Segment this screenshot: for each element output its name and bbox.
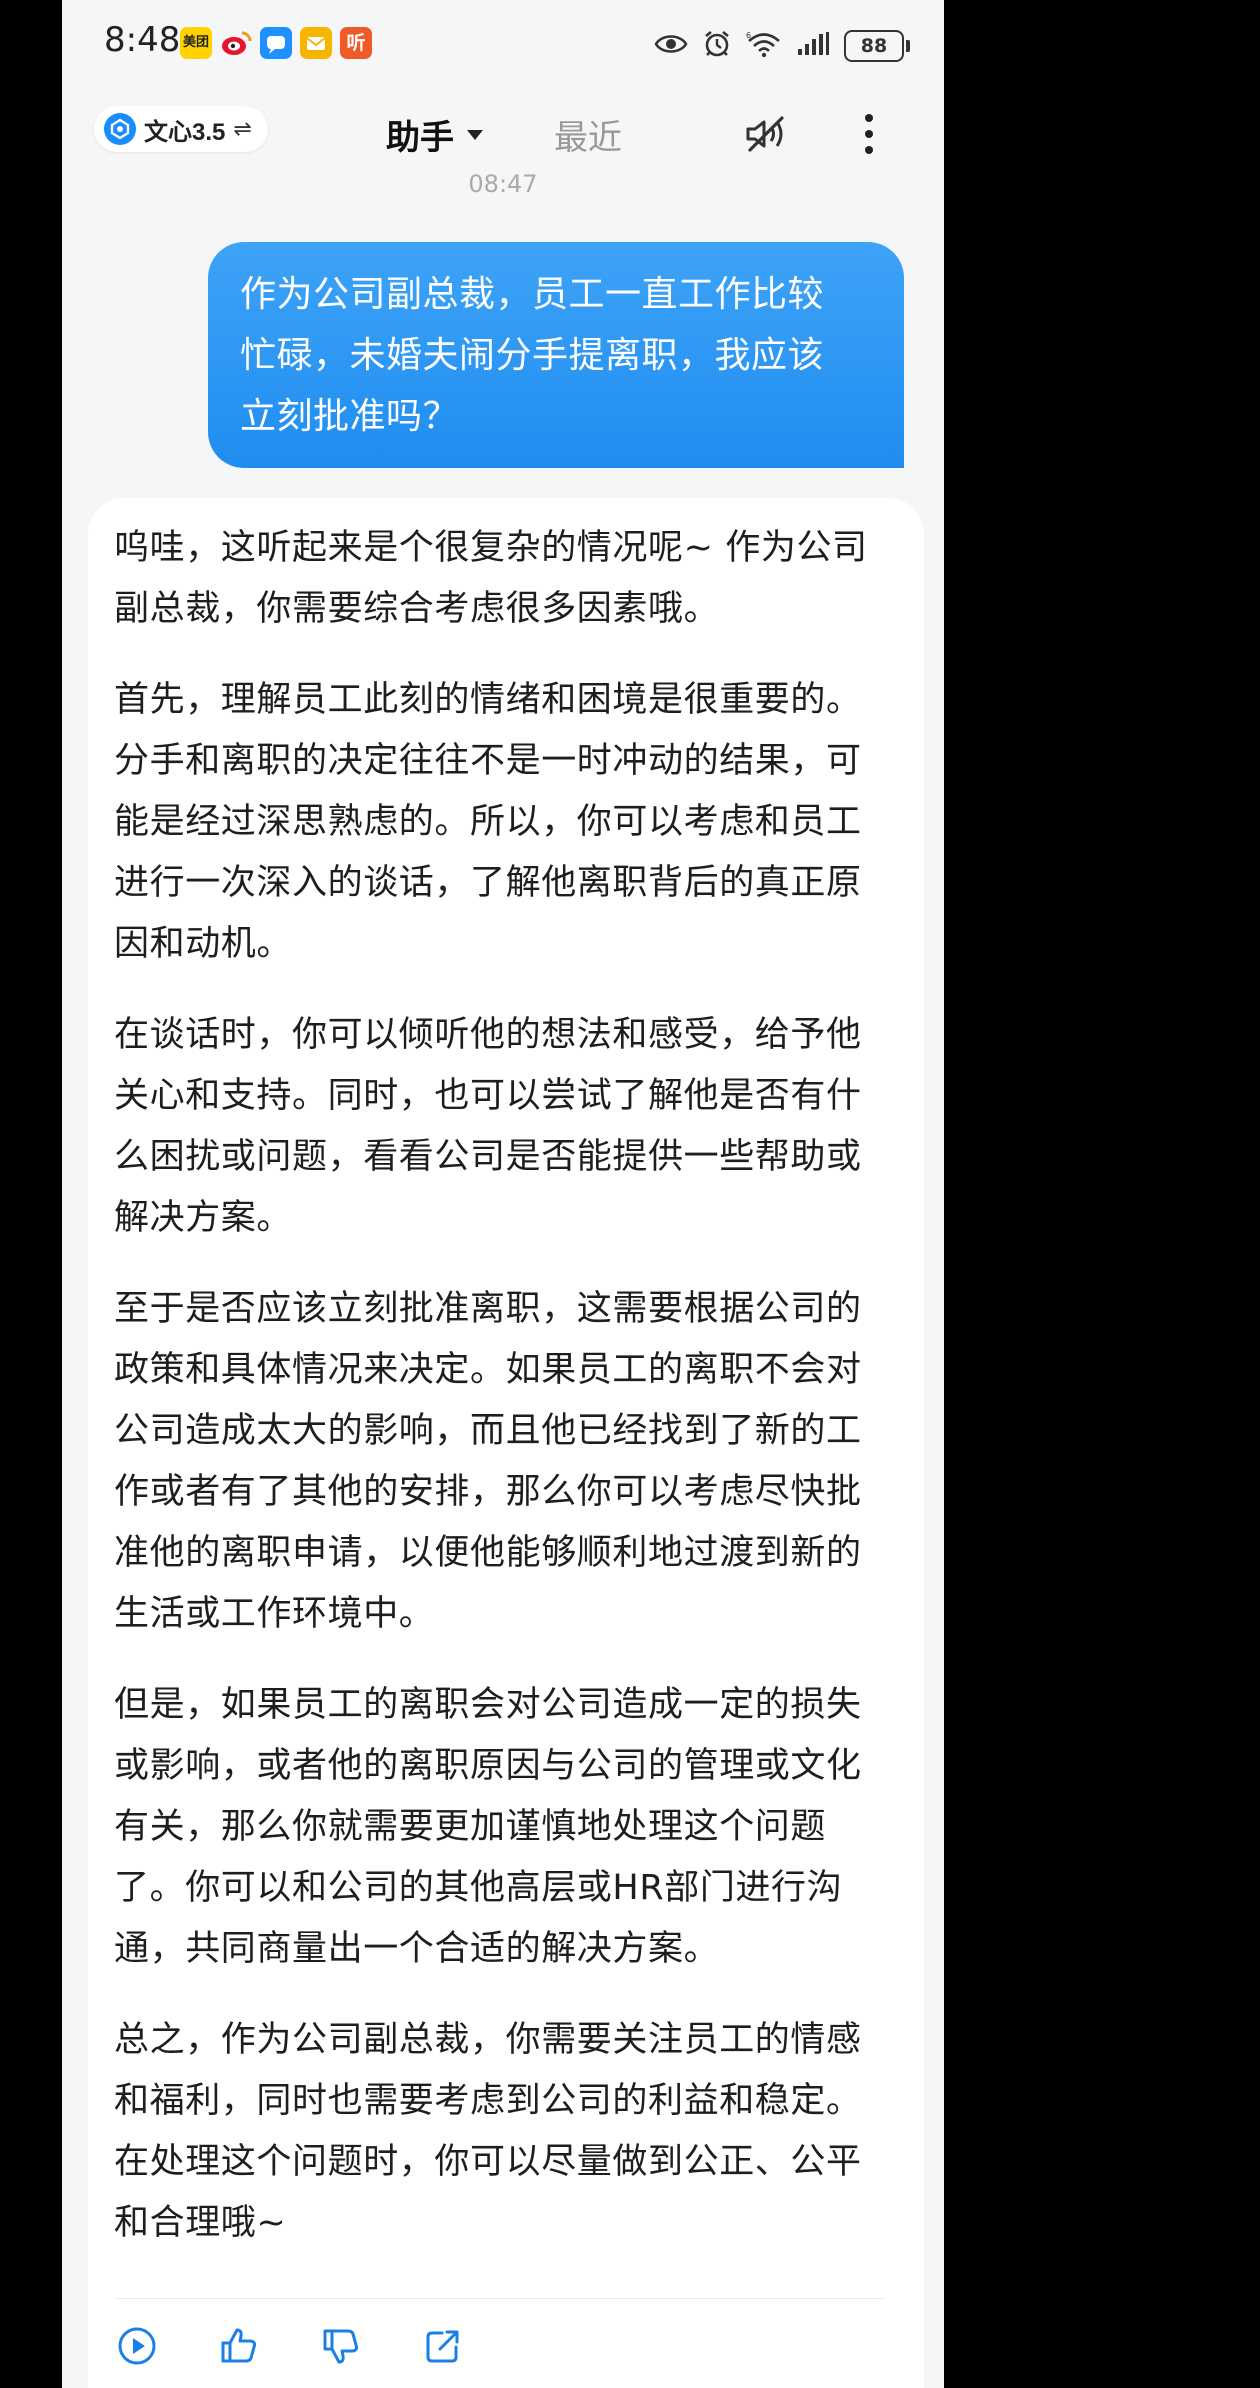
tab-assistant[interactable]: 助手 <box>386 110 454 159</box>
swap-icon: ⇌ <box>233 116 252 142</box>
eye-icon <box>654 32 688 60</box>
user-message-bubble[interactable]: 作为公司副总裁，员工一直工作比较 忙碌，未婚夫闹分手提离职，我应该 立刻批准吗？ <box>208 242 904 468</box>
model-selector[interactable]: 文心3.5 ⇌ <box>94 106 268 152</box>
model-label: 文心3.5 <box>144 118 226 146</box>
battery-icon: 88 <box>844 30 910 62</box>
message-actions <box>114 2316 466 2376</box>
mail-icon <box>300 27 332 59</box>
svg-text:6: 6 <box>746 31 751 40</box>
meituan-icon: 美团 <box>180 27 212 59</box>
wifi-icon: 6 <box>746 30 782 62</box>
status-bar: 8:48 美团 听 6 88 <box>62 0 944 90</box>
message-timestamp: 08:47 <box>468 170 538 198</box>
signal-icon <box>796 31 830 61</box>
caret-down-icon[interactable] <box>466 126 484 145</box>
assistant-paragraph: 在谈话时，你可以倾听他的想法和感受，给予他关心和支持。同时，也可以尝试了解他是否… <box>114 1015 862 1238</box>
phone-screen: 8:48 美团 听 6 88 文心3.5 ⇌ 助手 最近 08:47 作为公司副… <box>62 0 944 2388</box>
assistant-paragraph: 至于是否应该立刻批准离职，这需要根据公司的政策和具体情况来决定。如果员工的离职不… <box>114 1289 862 1634</box>
tab-recent[interactable]: 最近 <box>554 110 622 159</box>
thumbs-up-icon[interactable] <box>216 2323 262 2369</box>
weibo-icon <box>220 27 252 59</box>
voice-off-icon[interactable] <box>744 114 788 158</box>
play-icon[interactable] <box>114 2323 160 2369</box>
listen-icon: 听 <box>340 27 372 59</box>
assistant-message-bubble[interactable]: 呜哇，这听起来是个很复杂的情况呢~ 作为公司副总裁，你需要综合考虑很多因素哦。 … <box>88 498 924 2388</box>
app-header: 文心3.5 ⇌ 助手 最近 <box>62 90 944 180</box>
thumbs-down-icon[interactable] <box>318 2323 364 2369</box>
user-message-text: 作为公司副总裁，员工一直工作比较 忙碌，未婚夫闹分手提离职，我应该 立刻批准吗？ <box>240 274 825 437</box>
share-icon[interactable] <box>420 2323 466 2369</box>
chat-icon <box>260 27 292 59</box>
status-time: 8:48 <box>104 20 181 60</box>
more-options-icon[interactable] <box>862 110 876 162</box>
assistant-paragraph: 呜哇，这听起来是个很复杂的情况呢~ 作为公司副总裁，你需要综合考虑很多因素哦。 <box>114 528 868 629</box>
system-icons: 6 88 <box>654 28 910 64</box>
assistant-paragraph: 首先，理解员工此刻的情绪和困境是很重要的。分手和离职的决定往往不是一时冲动的结果… <box>114 680 862 964</box>
assistant-paragraph: 总之，作为公司副总裁，你需要关注员工的情感和福利，同时也需要考虑到公司的利益和稳… <box>114 2020 862 2243</box>
divider <box>114 2298 886 2299</box>
assistant-paragraph: 但是，如果员工的离职会对公司造成一定的损失或影响，或者他的离职原因与公司的管理或… <box>114 1685 862 1969</box>
wenxin-logo-icon <box>104 113 136 145</box>
alarm-icon <box>702 29 732 63</box>
